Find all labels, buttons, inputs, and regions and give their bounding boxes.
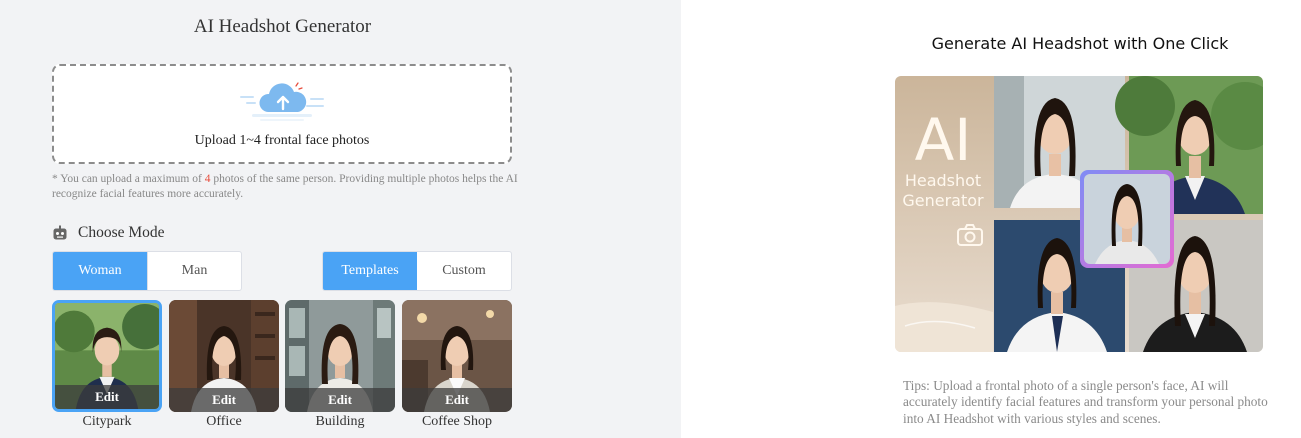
gender-option-man[interactable]: Man <box>147 252 241 290</box>
tab-custom[interactable]: Custom <box>417 252 511 290</box>
upload-dropzone[interactable]: Upload 1~4 frontal face photos <box>52 64 512 164</box>
template-card-citypark[interactable]: Edit Citypark <box>52 300 162 430</box>
template-list: Edit Citypark Edit Office Edit Building … <box>52 300 522 438</box>
template-card-coffee-shop[interactable]: Edit Coffee Shop <box>402 300 512 430</box>
template-card-office[interactable]: Edit Office <box>169 300 279 430</box>
edit-button[interactable]: Edit <box>285 388 395 412</box>
showcase-big-text: AI <box>915 106 972 174</box>
showcase-image: AI Headshot Generator <box>895 76 1263 352</box>
edit-button[interactable]: Edit <box>55 385 159 409</box>
showcase-line1: Headshot <box>905 171 981 190</box>
choose-mode-heading: Choose Mode <box>52 222 165 244</box>
mode-type-toggle: Templates Custom <box>322 251 512 291</box>
template-label: Building <box>315 414 365 429</box>
upload-instruction: Upload 1~4 frontal face photos <box>194 133 370 148</box>
cloud-upload-icon <box>240 82 324 121</box>
showcase-line2: Generator <box>902 191 984 210</box>
generator-panel: AI Headshot Generator Upload 1~4 frontal… <box>0 0 681 438</box>
tab-templates[interactable]: Templates <box>323 252 417 290</box>
showcase-title: Generate AI Headshot with One Click <box>931 34 1229 53</box>
template-thumbnail: Edit <box>169 300 279 412</box>
robot-icon <box>53 225 67 240</box>
gender-option-woman[interactable]: Woman <box>53 252 147 290</box>
edit-button[interactable]: Edit <box>169 388 279 412</box>
choose-mode-label: Choose Mode <box>78 224 165 241</box>
template-label: Citypark <box>82 414 132 429</box>
template-thumbnail: Edit <box>52 300 162 412</box>
tips-text: Tips: Upload a frontal photo of a single… <box>903 378 1268 426</box>
template-thumbnail: Edit <box>285 300 395 412</box>
template-thumbnail: Edit <box>402 300 512 412</box>
upload-note: * You can upload a maximum of 4 photos o… <box>52 173 518 200</box>
edit-button[interactable]: Edit <box>402 388 512 412</box>
page-title: AI Headshot Generator <box>193 16 372 37</box>
template-card-building[interactable]: Edit Building <box>285 300 395 430</box>
template-label: Office <box>206 414 242 429</box>
gender-toggle: Woman Man <box>52 251 242 291</box>
template-label: Coffee Shop <box>421 414 493 429</box>
